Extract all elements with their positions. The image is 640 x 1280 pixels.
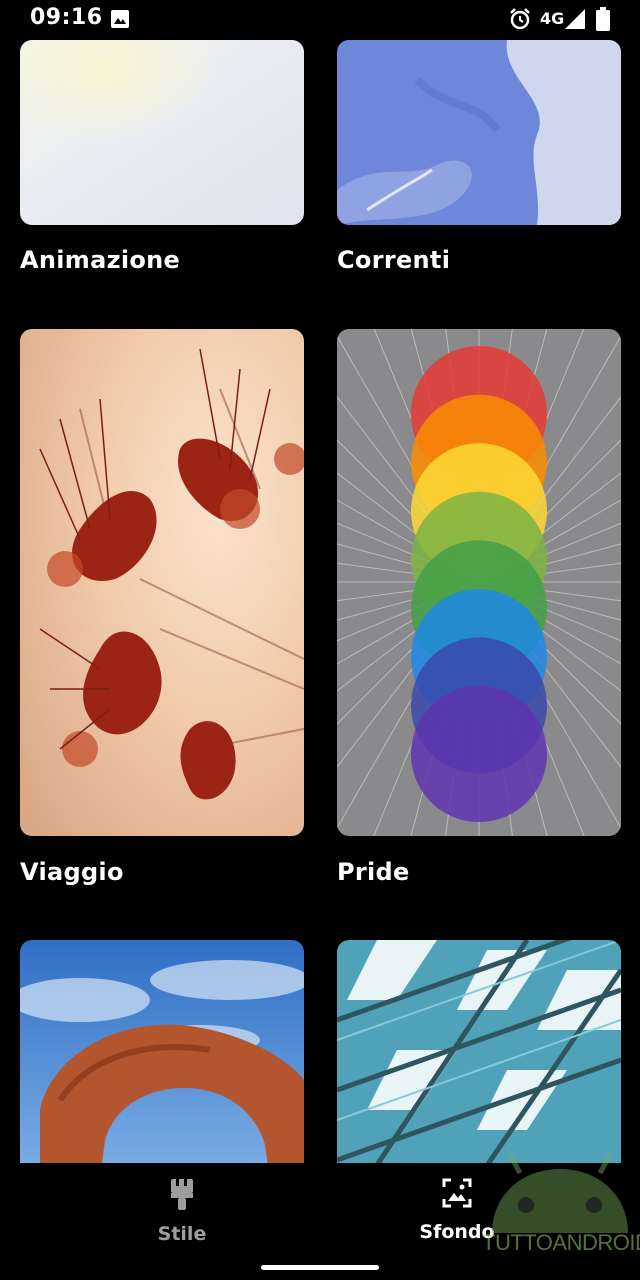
- battery-icon: [596, 7, 610, 31]
- image-icon: [111, 10, 129, 28]
- signal-icon: [565, 9, 585, 29]
- network-type: 4G: [540, 9, 565, 28]
- wallpaper-card-landscape[interactable]: [20, 940, 304, 1180]
- pride-circle: [411, 686, 547, 822]
- nav-tab-stile[interactable]: Stile: [102, 1177, 262, 1245]
- wallpaper-label-pride: Pride: [337, 858, 410, 886]
- wallpaper-card-architecture[interactable]: [337, 940, 621, 1180]
- architecture-thumbnail: [337, 940, 621, 1180]
- wallpaper-label-animazione: Animazione: [20, 246, 181, 274]
- tuttoandroid-logo: [492, 1153, 628, 1233]
- watermark-text: TUTTOANDROID: [482, 1230, 640, 1255]
- nav-label-stile: Stile: [157, 1223, 207, 1245]
- wallpaper-card-animazione[interactable]: [20, 40, 304, 225]
- animazione-thumbnail: [20, 40, 304, 225]
- alarm-icon: [510, 8, 530, 30]
- wallpaper-label-correnti: Correnti: [337, 246, 451, 274]
- status-bar: 09:16 4G: [0, 0, 640, 40]
- wallpaper-card-viaggio[interactable]: [20, 329, 304, 836]
- brush-icon: [171, 1179, 193, 1210]
- wallpaper-icon: [442, 1178, 472, 1208]
- landscape-thumbnail: [20, 940, 304, 1180]
- status-time: 09:16: [30, 5, 103, 30]
- wallpaper-card-pride[interactable]: [337, 329, 621, 836]
- wallpaper-card-correnti[interactable]: [337, 40, 621, 225]
- wallpaper-label-viaggio: Viaggio: [20, 858, 124, 886]
- viaggio-thumbnail: [20, 329, 304, 836]
- pride-thumbnail: [337, 329, 621, 836]
- correnti-thumbnail: [337, 40, 621, 225]
- home-indicator[interactable]: [261, 1265, 379, 1270]
